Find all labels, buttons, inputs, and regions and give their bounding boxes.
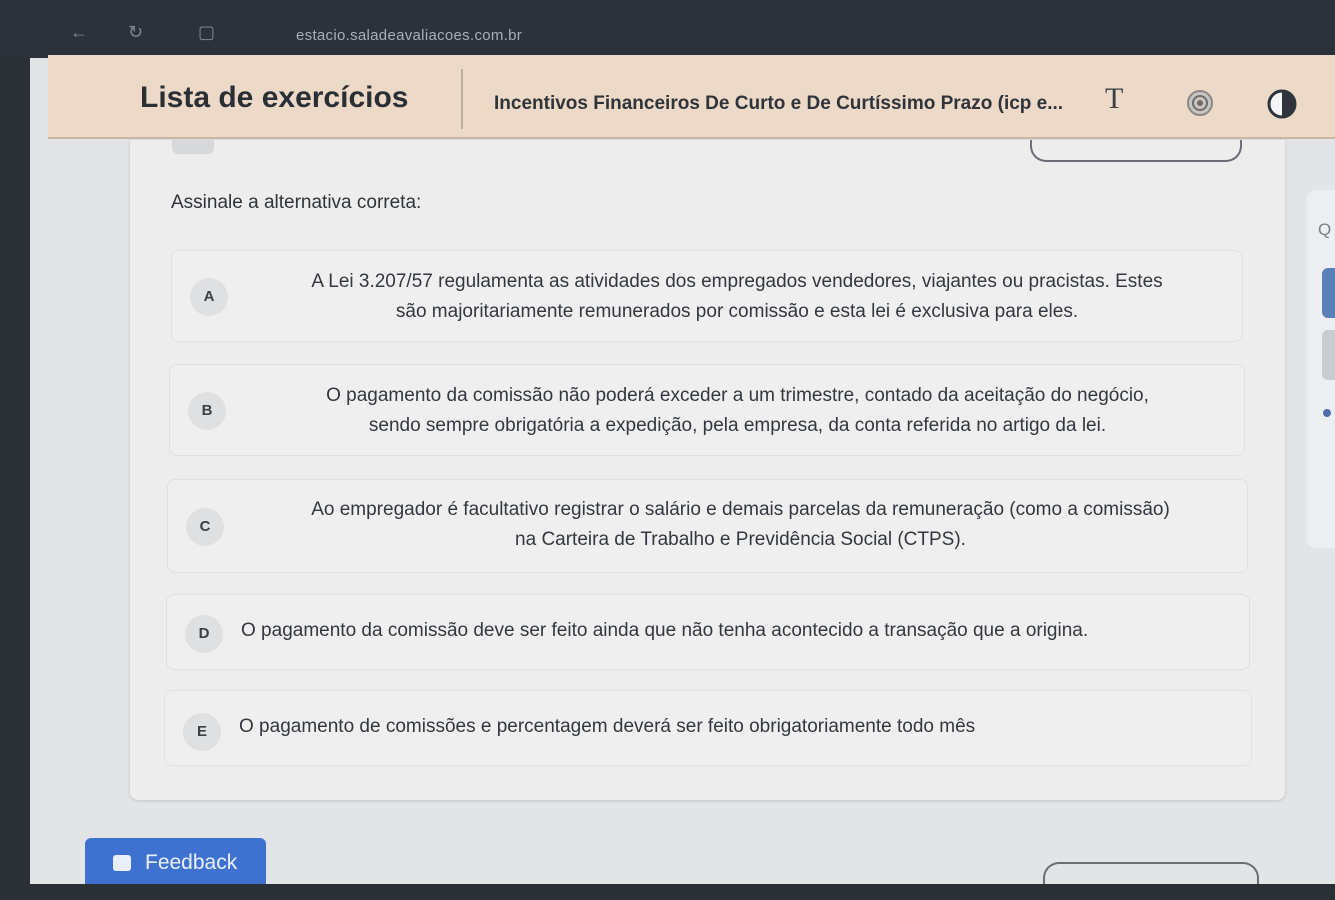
option-letter: C — [186, 508, 224, 546]
navigator-item-current[interactable] — [1322, 268, 1335, 318]
back-icon[interactable]: ← — [70, 22, 88, 43]
option-text-line: A Lei 3.207/57 regulamenta as atividades… — [311, 271, 1163, 292]
option-text: O pagamento da comissão deve ser feito a… — [241, 620, 1089, 641]
option-text-line: O pagamento da comissão não poderá exced… — [326, 385, 1149, 406]
option-text-line: na Carteira de Trabalho e Previdência So… — [515, 529, 966, 550]
address-bar[interactable]: estacio.saladeavaliacoes.com.br — [296, 27, 522, 44]
option-d[interactable]: D O pagamento da comissão deve ser feito… — [166, 594, 1250, 670]
question-prompt: Assinale a alternativa correta: — [171, 192, 422, 213]
option-text-line: Ao empregador é facultativo registrar o … — [311, 499, 1170, 520]
option-text-line: sendo sempre obrigatória a expedição, pe… — [368, 415, 1107, 436]
option-text: Ao empregador é facultativo registrar o … — [238, 495, 1243, 555]
feedback-button[interactable]: Feedback — [85, 838, 266, 888]
option-text: A Lei 3.207/57 regulamenta as atividades… — [242, 267, 1232, 327]
option-e[interactable]: E O pagamento de comissões e percentagem… — [164, 690, 1252, 766]
target-icon[interactable] — [1186, 89, 1214, 122]
option-letter: E — [183, 713, 221, 751]
option-b[interactable]: B O pagamento da comissão não poderá exc… — [169, 364, 1245, 456]
navigator-item[interactable] — [1322, 330, 1335, 380]
option-text: O pagamento de comissões e percentagem d… — [239, 716, 976, 737]
navigator-label: Q — [1318, 220, 1332, 239]
option-letter: A — [190, 278, 228, 316]
course-title: Incentivos Financeiros De Curto e De Cur… — [494, 93, 1064, 114]
feedback-label: Feedback — [145, 851, 238, 874]
screen-bottom-edge — [0, 884, 1335, 900]
contrast-icon[interactable] — [1267, 89, 1297, 124]
option-text: O pagamento da comissão não poderá exced… — [240, 381, 1235, 441]
option-c[interactable]: C Ao empregador é facultativo registrar … — [167, 479, 1248, 573]
header-divider — [461, 69, 463, 129]
previous-question-tab[interactable] — [172, 140, 214, 154]
reload-icon[interactable]: ↻ — [128, 22, 143, 43]
page-title: Lista de exercícios — [140, 81, 409, 114]
browser-chrome: ← ↻ ▢ estacio.saladeavaliacoes.com.br — [0, 0, 1335, 58]
top-action-button[interactable] — [1030, 140, 1242, 162]
feedback-icon — [113, 855, 131, 871]
app-header: Lista de exercícios Incentivos Financeir… — [48, 55, 1335, 139]
option-text-line: são majoritariamente remunerados por com… — [395, 301, 1079, 322]
option-letter: B — [188, 392, 226, 430]
tab-icon[interactable]: ▢ — [198, 22, 215, 43]
navigator-dot — [1323, 409, 1331, 417]
font-size-icon[interactable]: T — [1105, 82, 1123, 116]
option-a[interactable]: A A Lei 3.207/57 regulamenta as atividad… — [171, 250, 1243, 342]
option-letter: D — [185, 615, 223, 653]
